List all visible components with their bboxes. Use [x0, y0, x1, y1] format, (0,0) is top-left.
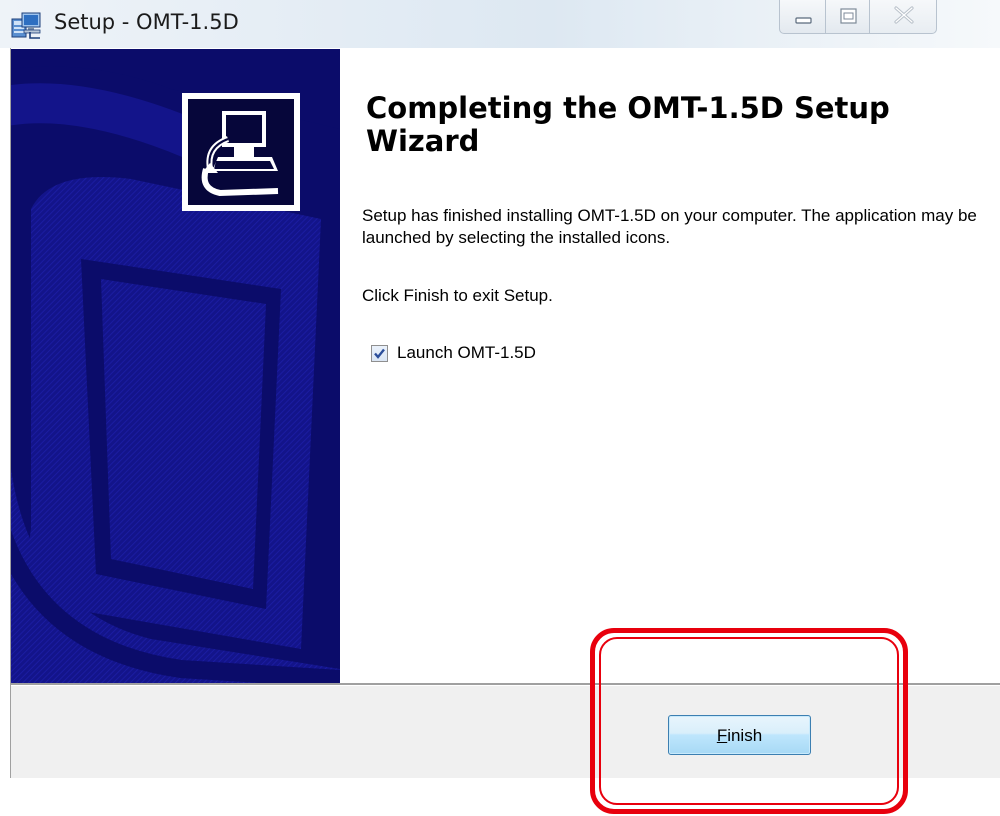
- finish-highlight-annotation: [590, 628, 908, 814]
- finish-instruction: Click Finish to exit Setup.: [362, 286, 553, 305]
- launch-checkbox-row[interactable]: Launch OMT-1.5D: [371, 341, 536, 365]
- close-icon: [894, 6, 914, 24]
- minimize-button[interactable]: [779, 0, 826, 34]
- launch-checkbox[interactable]: [371, 344, 388, 362]
- launch-checkbox-label[interactable]: Launch OMT-1.5D: [397, 343, 536, 363]
- close-button[interactable]: [869, 0, 937, 34]
- window-title: Setup - OMT-1.5D: [54, 10, 239, 34]
- minimize-icon: [795, 17, 812, 24]
- checkmark-icon: [374, 348, 385, 359]
- wizard-heading: Completing the OMT-1.5D Setup Wizard: [366, 91, 890, 158]
- caption-buttons: [779, 0, 1000, 36]
- setup-window: Setup - OMT-1.5D Completing the OMT-1.5D…: [0, 0, 1000, 816]
- title-bar[interactable]: Setup - OMT-1.5D: [0, 0, 1000, 48]
- completion-description: Setup has finished installing OMT-1.5D o…: [362, 206, 977, 247]
- setup-installer-icon: [10, 10, 44, 40]
- maximize-icon: [840, 8, 857, 24]
- computer-install-icon: [182, 93, 300, 211]
- maximize-button[interactable]: [825, 0, 870, 34]
